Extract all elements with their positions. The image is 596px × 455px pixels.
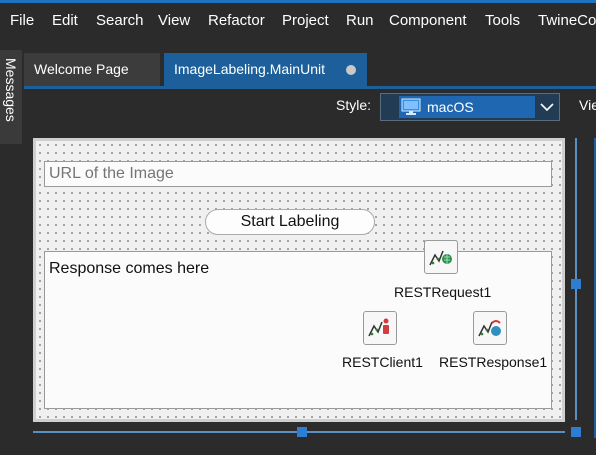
vertical-resize-handle[interactable] (571, 279, 581, 289)
menu-refactor[interactable]: Refactor (208, 12, 265, 29)
rest-request-component[interactable] (424, 240, 458, 274)
rest-response-icon (478, 320, 501, 337)
rest-client-component[interactable] (363, 311, 397, 345)
form-surface[interactable]: Start Labeling Response comes here RESTR… (36, 141, 562, 419)
menu-bar: File Edit Search View Refactor Project R… (0, 3, 596, 37)
menu-search[interactable]: Search (96, 12, 144, 29)
tab-welcome-page[interactable]: Welcome Page (24, 53, 160, 86)
form-frame: Start Labeling Response comes here RESTR… (33, 138, 565, 422)
rest-request-icon (429, 250, 452, 266)
messages-tab[interactable]: Messages (0, 50, 22, 144)
editor-tab-bar: Welcome Page ImageLabeling.MainUnit (24, 50, 596, 86)
menu-edit[interactable]: Edit (52, 12, 78, 29)
menu-tools[interactable]: Tools (485, 12, 520, 29)
rest-response-component[interactable] (473, 311, 507, 345)
view-label: View (579, 97, 596, 113)
tab-imagelabeling-mainunit[interactable]: ImageLabeling.MainUnit (164, 53, 367, 86)
tab-imagelabeling-mainunit-label: ImageLabeling.MainUnit (174, 61, 325, 77)
monitor-icon (401, 98, 421, 115)
style-value: macOS (427, 99, 474, 115)
modified-dot-icon[interactable] (346, 65, 356, 75)
chevron-down-icon[interactable] (539, 99, 555, 115)
image-url-input[interactable] (44, 161, 552, 187)
menu-run[interactable]: Run (346, 12, 374, 29)
tab-welcome-page-label: Welcome Page (34, 61, 129, 77)
menu-twineco[interactable]: TwineCo (538, 12, 596, 29)
rest-response-label: RESTResponse1 (439, 354, 548, 370)
style-select[interactable]: macOS (380, 93, 560, 121)
start-labeling-button[interactable]: Start Labeling (205, 209, 375, 235)
rest-request-label: RESTRequest1 (394, 284, 492, 300)
designer-toolbar: Style: macOS View (24, 89, 596, 125)
side-panel-rail: Messages (0, 50, 25, 455)
menu-file[interactable]: File (10, 12, 34, 29)
messages-tab-label: Messages (3, 58, 19, 122)
menu-component[interactable]: Component (389, 12, 467, 29)
menu-project[interactable]: Project (282, 12, 329, 29)
style-label: Style: (336, 97, 372, 113)
horizontal-resize-handle[interactable] (297, 427, 307, 437)
rest-client-icon (368, 318, 389, 337)
rest-client-label: RESTClient1 (342, 354, 423, 370)
menu-view[interactable]: View (158, 12, 190, 29)
response-memo-text: Response comes here (49, 260, 210, 277)
corner-resize-handle[interactable] (571, 427, 581, 437)
